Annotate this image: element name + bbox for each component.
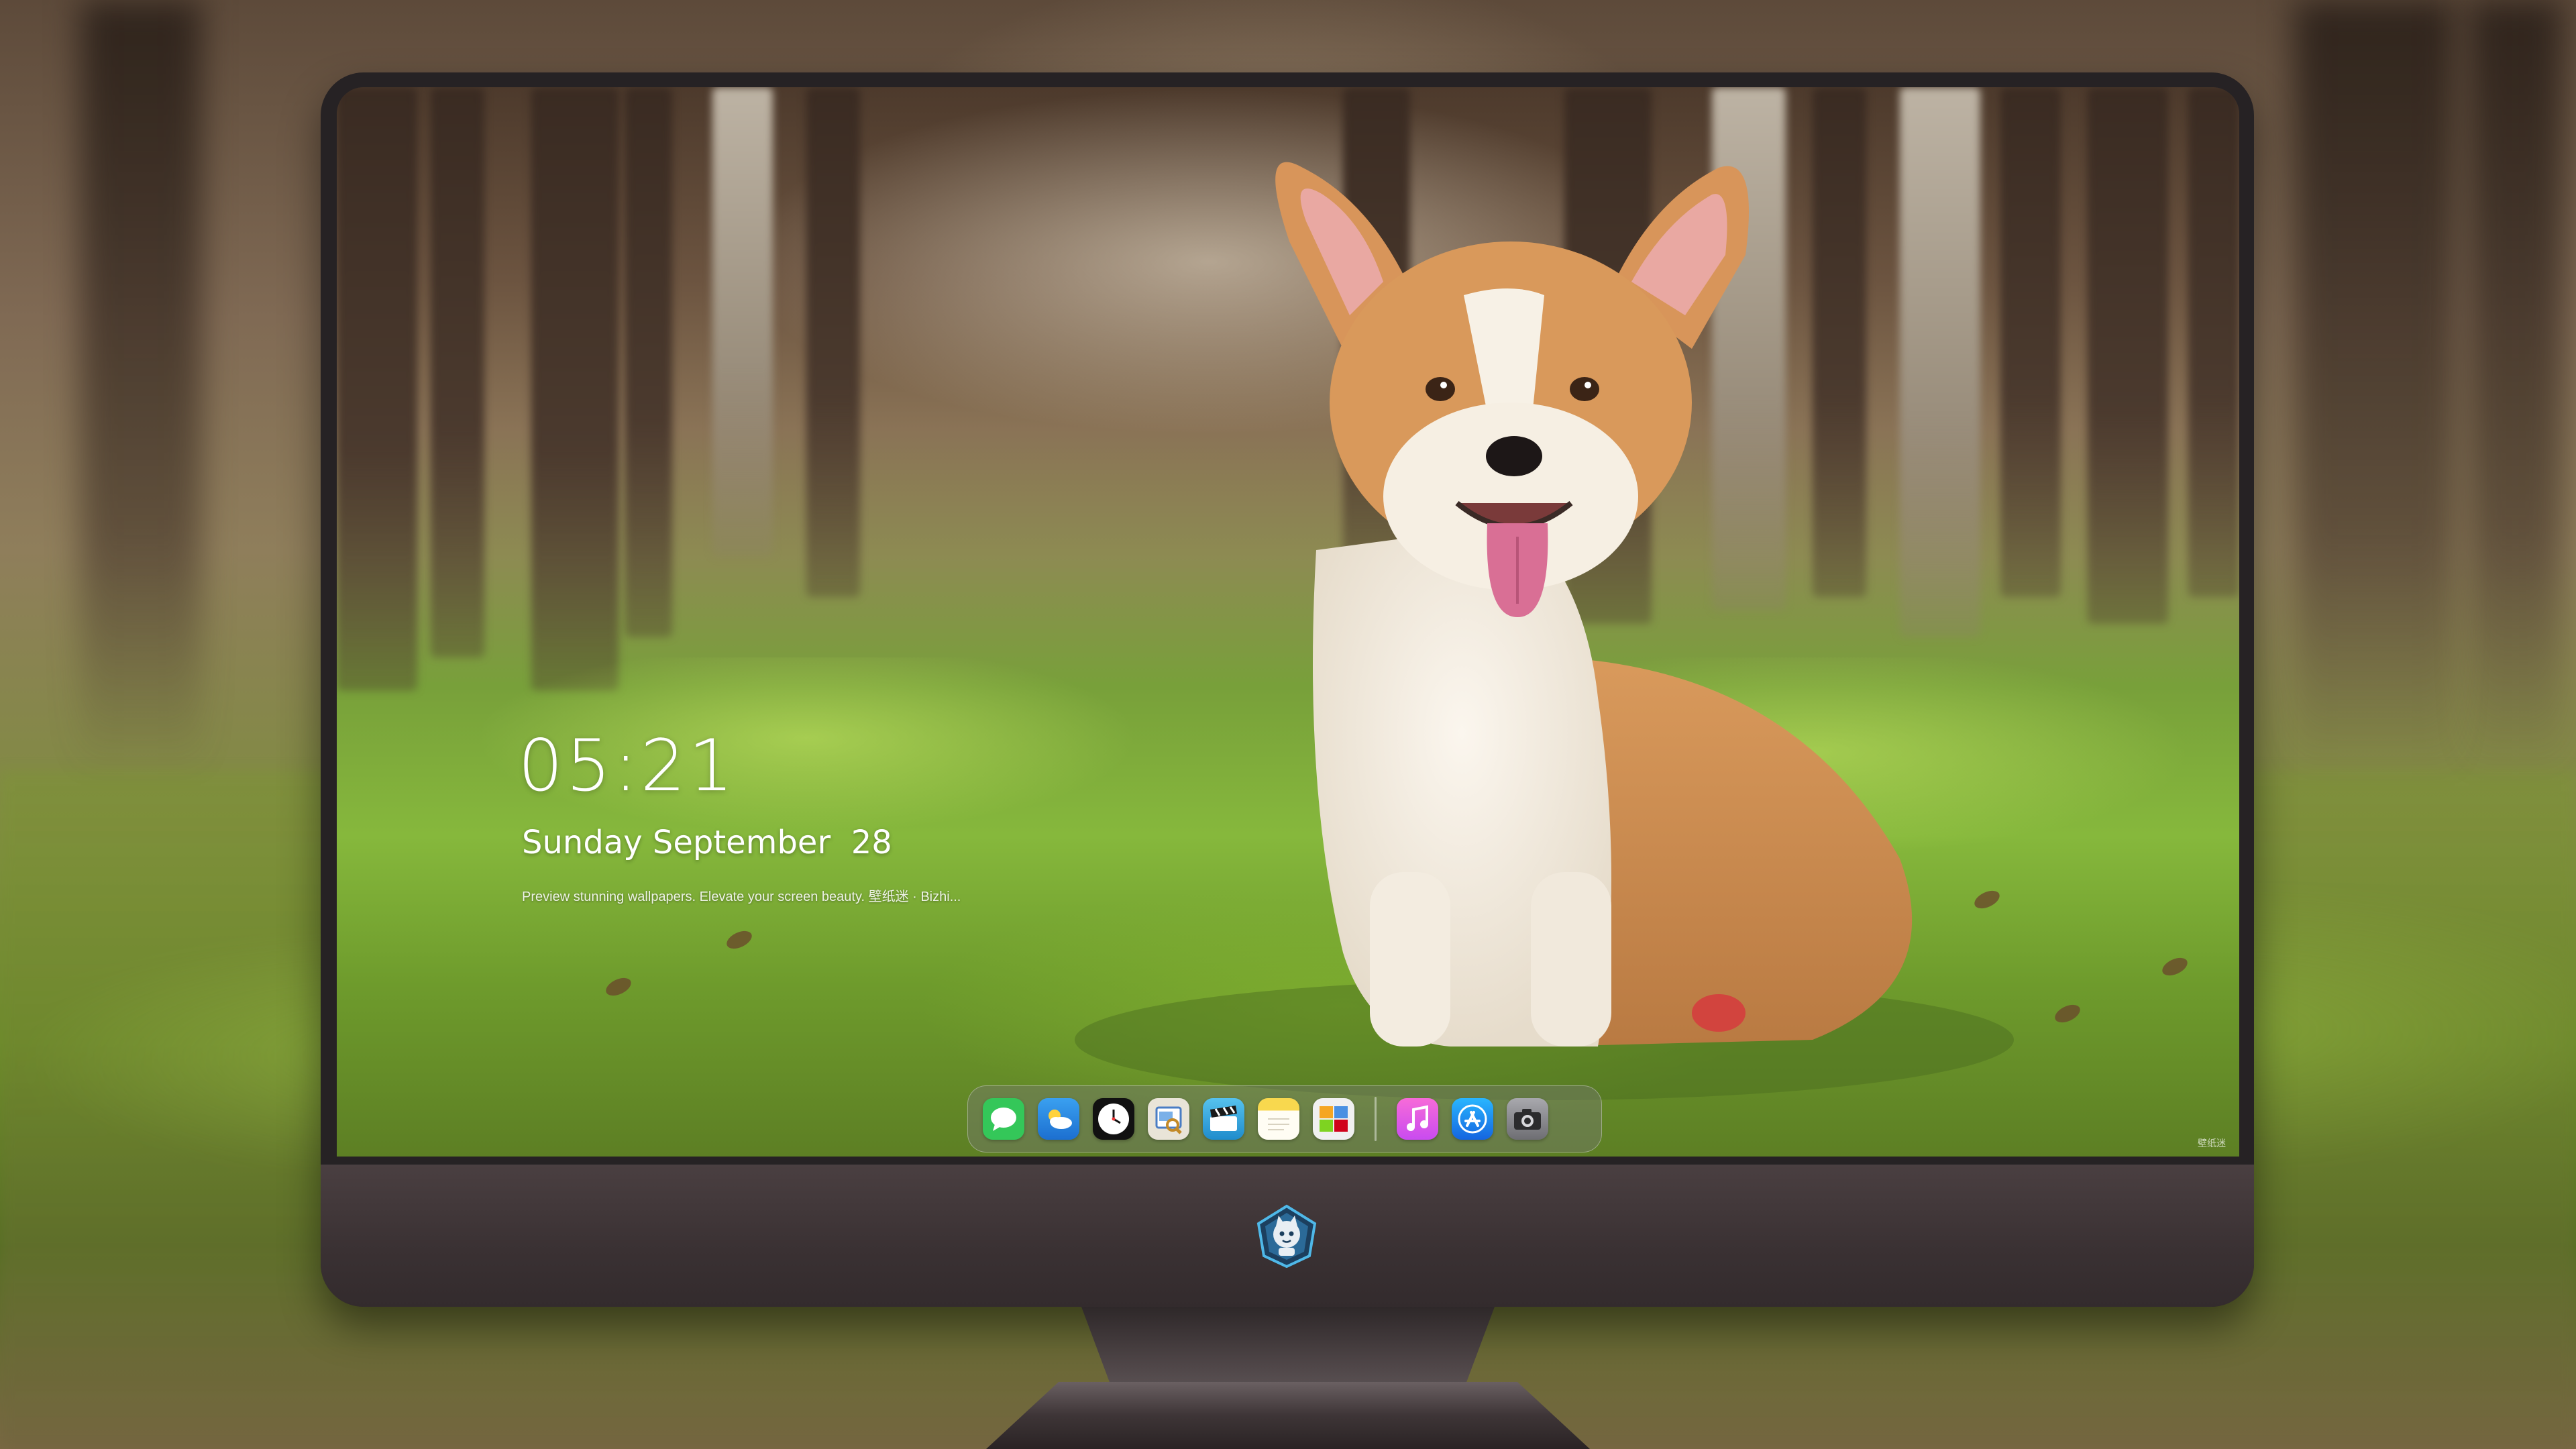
music-icon[interactable]: [1397, 1098, 1438, 1140]
lock-screen-clock: 05:21: [518, 724, 737, 807]
monitor-stand-base: [986, 1382, 1590, 1449]
wallpaper-tree: [712, 87, 773, 557]
corgi-dog-image: [1075, 162, 2014, 1100]
brand-logo-icon: [1253, 1202, 1320, 1269]
weather-icon[interactable]: [1038, 1098, 1079, 1140]
wallpaper-tree: [431, 87, 484, 657]
dock-separator: [1375, 1097, 1377, 1141]
photo-gallery-icon[interactable]: [1313, 1098, 1354, 1140]
watermark: 壁纸迷: [2198, 1138, 2226, 1148]
background-tree: [80, 0, 201, 771]
background-tree: [2469, 0, 2563, 771]
camera-icon[interactable]: [1507, 1098, 1548, 1140]
preview-icon[interactable]: [1148, 1098, 1189, 1140]
background-tree: [2294, 0, 2455, 771]
wallpaper-tree: [806, 87, 860, 597]
wallpaper-tree: [2188, 87, 2239, 597]
messages-icon[interactable]: [983, 1098, 1024, 1140]
wallpaper-tree: [531, 87, 619, 691]
clock-icon[interactable]: [1093, 1098, 1134, 1140]
lock-screen-date: Sunday September 28: [522, 824, 892, 861]
wallpaper-tree: [625, 87, 672, 637]
wallpaper-tree: [337, 87, 417, 691]
app-store-icon[interactable]: [1452, 1098, 1493, 1140]
wallpaper-tree: [2088, 87, 2168, 624]
claquette-icon[interactable]: [1203, 1098, 1244, 1140]
wallpaper-tagline: Preview stunning wallpapers. Elevate you…: [522, 890, 961, 904]
app-dock: [967, 1085, 1602, 1152]
notes-icon[interactable]: [1258, 1098, 1299, 1140]
lock-screen: 05:21 Sunday September 28 Preview stunni…: [337, 87, 2239, 1157]
